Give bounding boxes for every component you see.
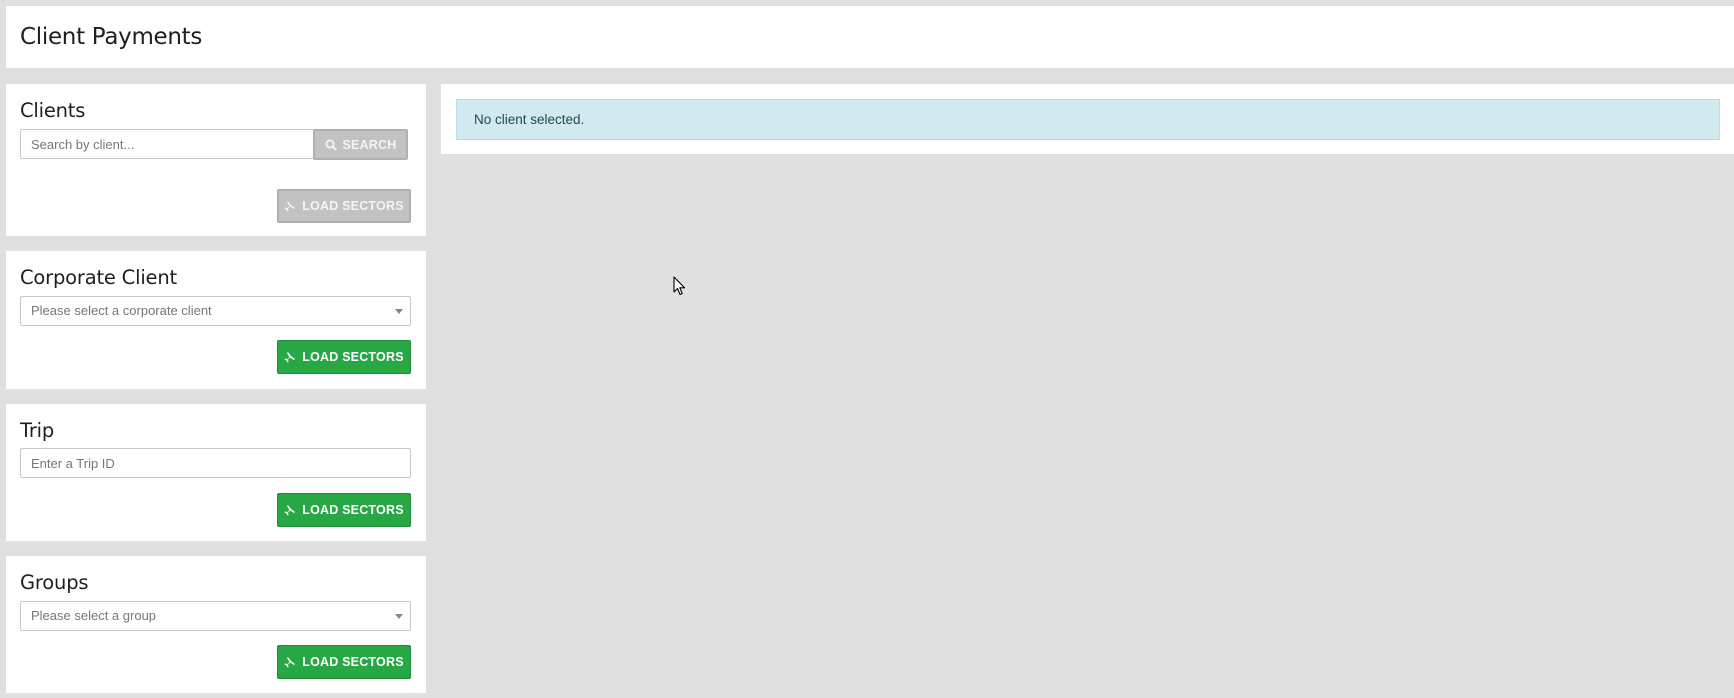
trip-load-sectors-button[interactable]: Load Sectors [277,493,411,527]
mouse-cursor-icon [673,276,686,296]
chevron-down-icon [395,309,403,314]
no-client-alert: No client selected. [456,99,1720,140]
plane-icon [284,505,296,516]
load-sectors-label: Load Sectors [302,503,404,517]
client-search-input[interactable] [20,129,314,159]
clients-heading: Clients [20,99,86,122]
groups-load-sectors-button[interactable]: Load Sectors [277,645,411,679]
load-sectors-label: Load Sectors [302,199,404,213]
corporate-load-sectors-button[interactable]: Load Sectors [277,340,411,374]
corporate-client-select[interactable]: Please select a corporate client [20,296,411,326]
plane-icon [284,657,296,668]
corporate-client-select-value: Please select a corporate client [31,303,212,318]
group-select[interactable]: Please select a group [20,601,411,631]
groups-heading: Groups [20,571,89,594]
groups-panel: Groups Please select a group Load Sector… [6,556,426,693]
plane-icon [284,201,296,212]
trip-panel: Trip Load Sectors [6,404,426,541]
page-header: Client Payments [6,6,1734,68]
client-search-button[interactable]: Search [313,129,408,160]
search-button-label: Search [342,137,397,152]
clients-panel: Clients Search Load Sectors [6,84,426,236]
payments-content-panel: No client selected. [441,84,1734,154]
group-select-value: Please select a group [31,608,157,623]
search-icon [325,139,337,151]
trip-heading: Trip [20,419,55,442]
corporate-client-heading: Corporate Client [20,266,177,289]
trip-id-input[interactable] [20,448,411,478]
clients-load-sectors-button[interactable]: Load Sectors [277,189,411,223]
plane-icon [284,352,296,363]
chevron-down-icon [395,614,403,619]
load-sectors-label: Load Sectors [302,350,404,364]
corporate-client-panel: Corporate Client Please select a corpora… [6,251,426,389]
page-title: Client Payments [20,24,203,50]
load-sectors-label: Load Sectors [302,655,404,669]
